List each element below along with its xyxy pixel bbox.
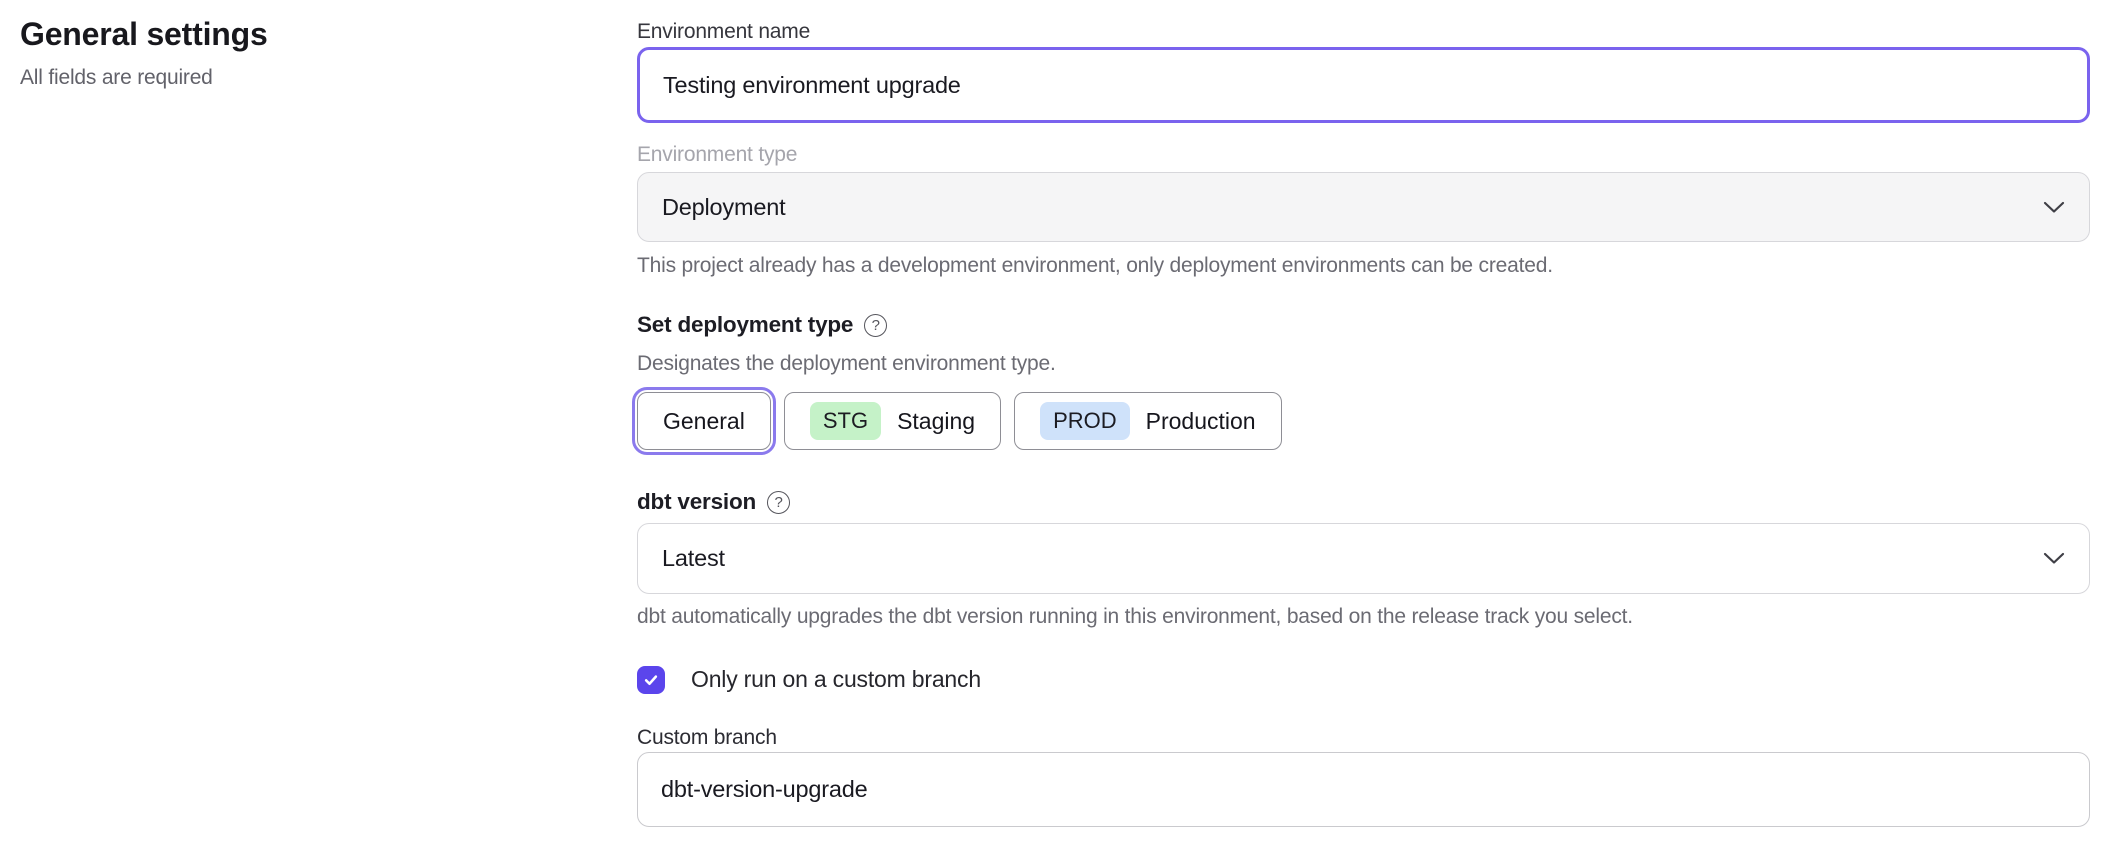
deployment-type-production-button[interactable]: PROD Production (1014, 392, 1282, 450)
custom-branch-label: Custom branch (637, 724, 2090, 752)
page-subtitle: All fields are required (20, 64, 580, 92)
environment-settings-page: General settings All fields are required… (0, 0, 2116, 864)
environment-name-label: Environment name (637, 18, 2090, 46)
deployment-type-description: Designates the deployment environment ty… (637, 350, 2090, 378)
environment-type-value: Deployment (662, 194, 785, 221)
settings-form: Environment name Environment type Deploy… (637, 0, 2090, 827)
page-title: General settings (20, 14, 580, 54)
dbt-version-label-text: dbt version (637, 489, 756, 515)
deployment-type-staging-button[interactable]: STG Staging (784, 392, 1001, 450)
dbt-version-section-label: dbt version ? (637, 487, 2090, 517)
deployment-type-section-label: Set deployment type ? (637, 310, 2090, 340)
dbt-version-select[interactable]: Latest (637, 523, 2090, 594)
help-icon[interactable]: ? (767, 491, 790, 514)
environment-name-input[interactable] (637, 47, 2090, 123)
production-button-label: Production (1146, 408, 1256, 435)
chevron-down-icon (2043, 201, 2065, 214)
deployment-type-general-button[interactable]: General (637, 392, 771, 450)
custom-branch-checkbox-label: Only run on a custom branch (691, 666, 981, 693)
staging-button-label: Staging (897, 408, 975, 435)
chevron-down-icon (2043, 552, 2065, 565)
help-icon[interactable]: ? (864, 314, 887, 337)
production-badge: PROD (1040, 402, 1130, 440)
custom-branch-input[interactable] (637, 752, 2090, 827)
custom-branch-checkbox-row: Only run on a custom branch (637, 665, 2090, 694)
environment-type-helper: This project already has a development e… (637, 252, 2090, 280)
check-icon (642, 671, 660, 689)
dbt-version-value: Latest (662, 545, 725, 572)
staging-badge: STG (810, 402, 881, 440)
dbt-version-helper: dbt automatically upgrades the dbt versi… (637, 603, 2090, 631)
deployment-type-options: General STG Staging PROD Production (637, 392, 2090, 450)
settings-header: General settings All fields are required (20, 0, 580, 92)
environment-type-select[interactable]: Deployment (637, 172, 2090, 242)
environment-type-label: Environment type (637, 141, 2090, 169)
general-button-label: General (663, 408, 745, 435)
custom-branch-checkbox[interactable] (637, 666, 665, 694)
deployment-type-label-text: Set deployment type (637, 312, 853, 338)
